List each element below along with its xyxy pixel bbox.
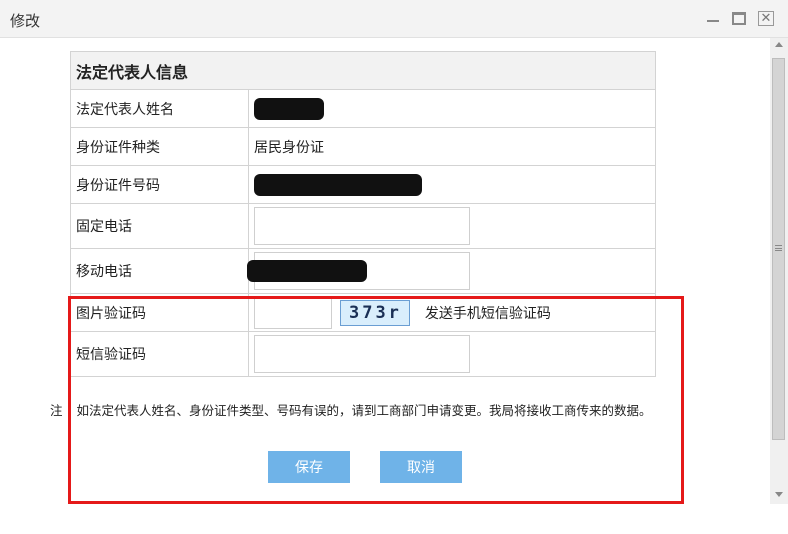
dialog-titlebar: 修改 ✕ <box>0 0 788 38</box>
note-text: 如法定代表人姓名、身份证件类型、号码有误的，请到工商部门申请变更。我局将接收工商… <box>76 403 652 418</box>
form-section-header: 法定代表人信息 <box>70 51 656 90</box>
row-mobile: 移动电话 <box>70 248 656 294</box>
label-sms-code: 短信验证码 <box>70 331 249 377</box>
section-title: 法定代表人信息 <box>70 51 656 90</box>
row-sms-code: 短信验证码 <box>70 331 656 377</box>
redacted-name <box>254 97 324 120</box>
landline-input[interactable] <box>254 207 470 245</box>
label-id-type: 身份证件种类 <box>70 127 249 166</box>
captcha-image[interactable]: 373r <box>340 299 411 326</box>
maximize-icon[interactable] <box>730 10 748 26</box>
form-note: 注如法定代表人姓名、身份证件类型、号码有误的，请到工商部门申请变更。我局将接收工… <box>50 400 652 419</box>
close-icon[interactable]: ✕ <box>757 10 775 26</box>
value-sms-code <box>248 331 656 377</box>
scroll-thumb[interactable] <box>772 58 785 440</box>
value-mobile <box>247 248 656 294</box>
redacted-id-number <box>254 173 422 196</box>
legal-rep-form: 法定代表人信息 法定代表人姓名 身份证件种类 居民身份证 身份证件号码 固定电话… <box>70 51 656 377</box>
row-id-type: 身份证件种类 居民身份证 <box>70 127 656 166</box>
row-landline: 固定电话 <box>70 203 656 249</box>
vertical-scrollbar[interactable] <box>770 38 788 504</box>
send-sms-code-link[interactable]: 发送手机短信验证码 <box>425 303 551 323</box>
scroll-down-arrow-icon[interactable] <box>775 492 783 497</box>
label-name: 法定代表人姓名 <box>70 89 249 128</box>
scroll-up-arrow-icon[interactable] <box>775 42 783 47</box>
dialog-title: 修改 <box>10 12 41 30</box>
note-prefix: 注 <box>50 403 63 418</box>
value-landline <box>248 203 656 249</box>
dialog-content: 法定代表人信息 法定代表人姓名 身份证件种类 居民身份证 身份证件号码 固定电话… <box>0 38 770 534</box>
value-name <box>248 89 656 128</box>
value-id-type: 居民身份证 <box>248 127 656 166</box>
label-landline: 固定电话 <box>70 203 249 249</box>
value-captcha: 373r 发送手机短信验证码 <box>248 293 656 332</box>
value-id-number <box>248 165 656 204</box>
mobile-input[interactable] <box>247 252 470 290</box>
redacted-mobile <box>247 260 367 282</box>
label-mobile: 移动电话 <box>70 248 249 294</box>
label-id-number: 身份证件号码 <box>70 165 249 204</box>
minimize-icon[interactable] <box>704 10 722 26</box>
row-id-number: 身份证件号码 <box>70 165 656 204</box>
sms-code-input[interactable] <box>254 335 470 373</box>
scroll-grip-icon <box>775 245 782 251</box>
cancel-button[interactable]: 取消 <box>380 451 462 483</box>
label-captcha: 图片验证码 <box>70 293 249 332</box>
row-name: 法定代表人姓名 <box>70 89 656 128</box>
captcha-input[interactable] <box>254 296 332 329</box>
row-captcha: 图片验证码 373r 发送手机短信验证码 <box>70 293 656 332</box>
save-button[interactable]: 保存 <box>268 451 350 483</box>
